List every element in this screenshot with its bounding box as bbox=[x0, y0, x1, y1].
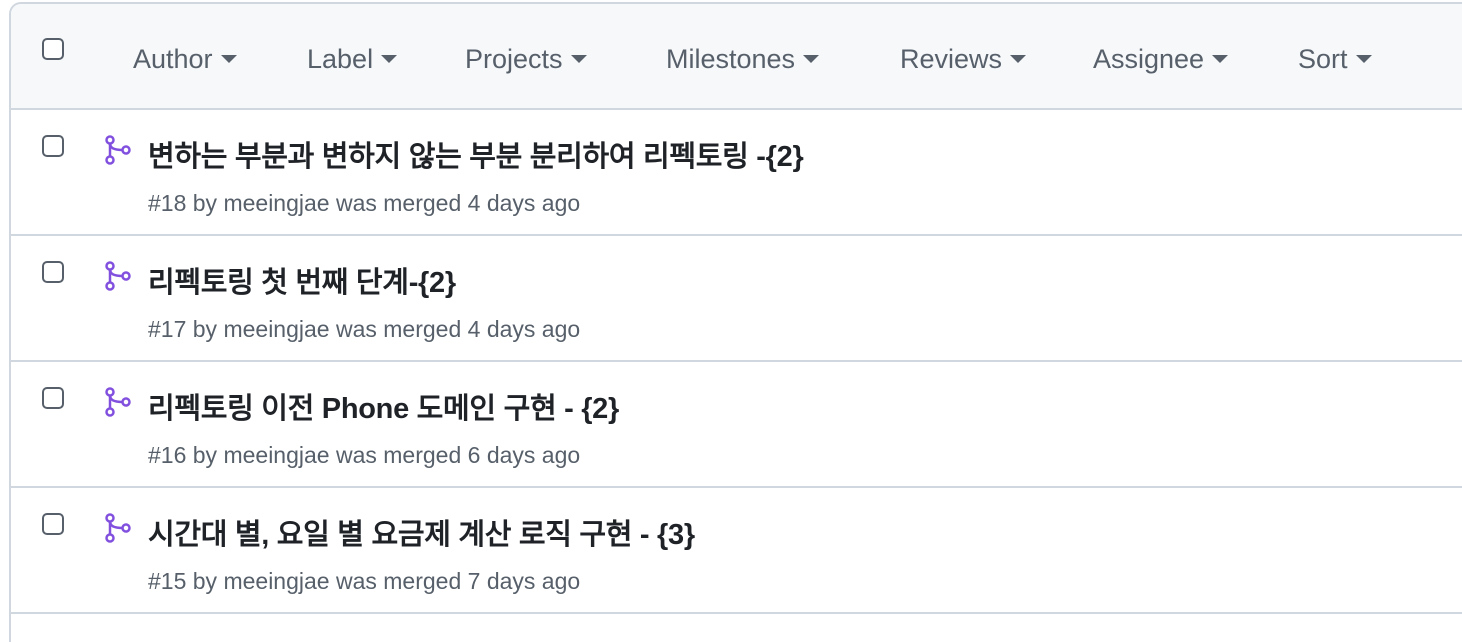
merge-status: was merged 6 days ago bbox=[335, 442, 581, 468]
pull-request-number: #18 bbox=[148, 190, 187, 216]
label-filter[interactable]: Label bbox=[307, 41, 398, 77]
projects-filter[interactable]: Projects bbox=[465, 41, 587, 77]
row-checkbox[interactable] bbox=[42, 387, 64, 409]
chevron-down-icon bbox=[570, 54, 587, 63]
pull-request-row: 리펙토링 첫 번째 단계-{2} #17 by meeingjae was me… bbox=[11, 236, 1462, 362]
assignee-filter-label: Assignee bbox=[1093, 44, 1205, 74]
author-filter-label: Author bbox=[133, 44, 213, 74]
git-merge-icon bbox=[105, 387, 131, 417]
pull-request-meta: #15 by meeingjae was merged 7 days ago bbox=[148, 568, 580, 595]
label-filter-label: Label bbox=[307, 44, 374, 74]
pull-request-number: #16 bbox=[148, 442, 187, 468]
chevron-down-icon bbox=[1010, 54, 1027, 63]
pull-request-meta: #16 by meeingjae was merged 6 days ago bbox=[148, 442, 580, 469]
pull-request-row: 시간대 별, 요일 별 요금제 계산 로직 구현 - {3} #15 by me… bbox=[11, 488, 1462, 614]
pull-request-meta: #18 by meeingjae was merged 4 days ago bbox=[148, 190, 580, 217]
projects-filter-label: Projects bbox=[465, 44, 563, 74]
select-all-checkbox[interactable] bbox=[42, 38, 64, 60]
pull-request-row: 리펙토링 이전 Phone 도메인 구현 - {2} #16 by meeing… bbox=[11, 362, 1462, 488]
by-text: by bbox=[192, 442, 218, 468]
row-checkbox[interactable] bbox=[42, 513, 64, 535]
pull-request-title[interactable]: 변하는 부분과 변하지 않는 부분 분리하여 리펙토링 -{2} bbox=[148, 133, 804, 175]
git-merge-icon bbox=[105, 513, 131, 543]
pull-request-row: 변하는 부분과 변하지 않는 부분 분리하여 리펙토링 -{2} #18 by … bbox=[11, 110, 1462, 236]
by-text: by bbox=[192, 190, 218, 216]
author-filter[interactable]: Author bbox=[133, 41, 237, 77]
author-link[interactable]: meeingjae bbox=[223, 190, 329, 216]
git-merge-icon bbox=[105, 135, 131, 165]
chevron-down-icon bbox=[803, 54, 820, 63]
by-text: by bbox=[192, 316, 218, 342]
merge-status: was merged 7 days ago bbox=[335, 568, 581, 594]
milestones-filter-label: Milestones bbox=[666, 44, 796, 74]
author-link[interactable]: meeingjae bbox=[223, 568, 329, 594]
assignee-filter[interactable]: Assignee bbox=[1093, 41, 1229, 77]
chevron-down-icon bbox=[220, 54, 237, 63]
pull-request-number: #17 bbox=[148, 316, 187, 342]
pull-request-title[interactable]: 리펙토링 이전 Phone 도메인 구현 - {2} bbox=[148, 385, 619, 427]
author-link[interactable]: meeingjae bbox=[223, 316, 329, 342]
author-link[interactable]: meeingjae bbox=[223, 442, 329, 468]
git-merge-icon bbox=[105, 261, 131, 291]
chevron-down-icon bbox=[1355, 54, 1372, 63]
milestones-filter[interactable]: Milestones bbox=[666, 41, 820, 77]
by-text: by bbox=[192, 568, 218, 594]
merge-status: was merged 4 days ago bbox=[335, 190, 581, 216]
chevron-down-icon bbox=[381, 54, 398, 63]
sort-filter-label: Sort bbox=[1298, 44, 1348, 74]
row-checkbox[interactable] bbox=[42, 261, 64, 283]
pull-request-title[interactable]: 시간대 별, 요일 별 요금제 계산 로직 구현 - {3} bbox=[148, 511, 695, 553]
reviews-filter-label: Reviews bbox=[900, 44, 1003, 74]
chevron-down-icon bbox=[1212, 54, 1229, 63]
pull-request-meta: #17 by meeingjae was merged 4 days ago bbox=[148, 316, 580, 343]
sort-filter[interactable]: Sort bbox=[1298, 41, 1372, 77]
row-checkbox[interactable] bbox=[42, 135, 64, 157]
pull-request-number: #15 bbox=[148, 568, 187, 594]
merge-status: was merged 4 days ago bbox=[335, 316, 581, 342]
reviews-filter[interactable]: Reviews bbox=[900, 41, 1027, 77]
filter-toolbar: Author Label Projects Milestones Reviews… bbox=[11, 4, 1462, 110]
pull-request-title[interactable]: 리펙토링 첫 번째 단계-{2} bbox=[148, 259, 456, 301]
